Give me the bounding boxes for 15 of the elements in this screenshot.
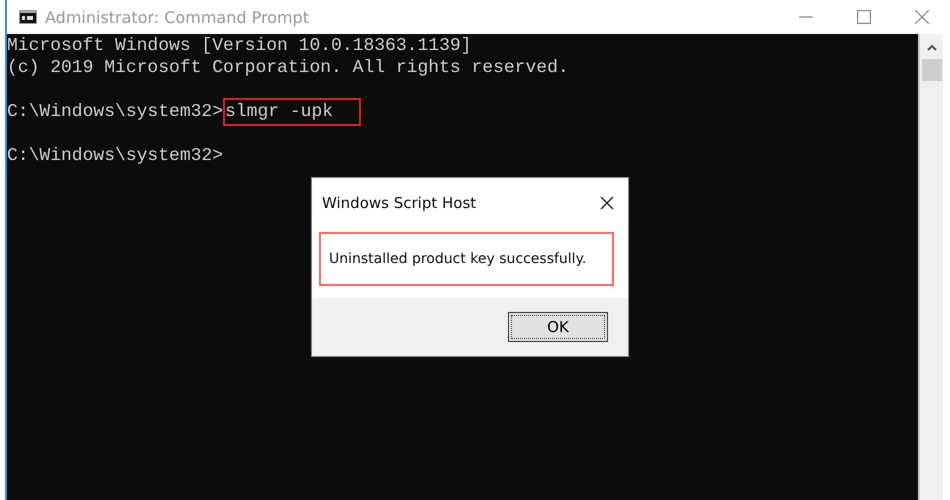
ok-button[interactable]: OK [508,312,608,342]
console-text: Microsoft Windows [Version 10.0.18363.1139] [7,35,472,57]
dialog-message: Uninstalled product key successfully. [329,251,586,267]
scroll-thumb[interactable] [922,59,942,81]
command-text: slmgr -upk [223,98,362,126]
console-icon [19,10,37,24]
dialog-title: Windows Script Host [322,194,476,212]
close-icon[interactable] [600,196,614,210]
maximize-icon[interactable] [857,10,871,24]
prompt-text: C:\Windows\system32> [7,145,224,167]
scroll-up-icon[interactable] [926,44,936,51]
window-title: Administrator: Command Prompt [45,8,309,26]
scrollbar[interactable] [918,34,943,500]
prompt-text: C:\Windows\system32> [7,101,224,123]
console-text: (c) 2019 Microsoft Corporation. All rights reserved. [7,57,569,79]
